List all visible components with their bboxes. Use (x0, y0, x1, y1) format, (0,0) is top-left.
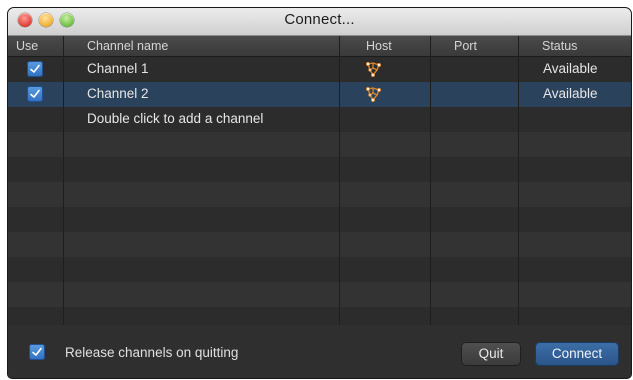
column-divider (339, 36, 340, 325)
empty-row (8, 132, 631, 157)
empty-row (8, 232, 631, 257)
empty-row (8, 257, 631, 282)
empty-row (8, 307, 631, 324)
network-host-icon (364, 84, 384, 107)
network-host-icon (364, 59, 384, 82)
connect-button[interactable]: Connect (535, 342, 619, 366)
footer-bar: Release channels on quitting Quit Connec… (8, 325, 631, 378)
column-header-port[interactable]: Port (454, 39, 477, 53)
checkmark-icon (32, 347, 42, 356)
column-divider (430, 36, 431, 325)
status-value: Available (543, 61, 598, 76)
table-header: Use Channel name Host Port Status (8, 36, 631, 57)
window-title: Connect... (284, 11, 355, 28)
checkmark-icon (30, 64, 40, 73)
quit-button[interactable]: Quit (461, 342, 521, 366)
empty-row (8, 182, 631, 207)
column-divider (518, 36, 519, 325)
connect-window: Connect... Use Channel name Host Port St… (8, 8, 631, 378)
column-divider (63, 36, 64, 325)
column-header-use[interactable]: Use (16, 39, 38, 53)
column-header-host[interactable]: Host (366, 39, 392, 53)
status-value: Available (543, 86, 598, 101)
table-row[interactable]: Channel 2 Available (8, 82, 631, 107)
add-channel-hint[interactable]: Double click to add a channel (87, 111, 263, 126)
channel-name: Channel 2 (87, 86, 149, 101)
use-checkbox[interactable] (27, 86, 43, 102)
use-checkbox[interactable] (27, 61, 43, 77)
release-channels-checkbox[interactable] (29, 344, 45, 360)
column-header-status[interactable]: Status (542, 39, 577, 53)
empty-row (8, 282, 631, 307)
checkmark-icon (30, 89, 40, 98)
column-header-channel[interactable]: Channel name (87, 39, 168, 53)
release-channels-label: Release channels on quitting (65, 345, 239, 360)
empty-row (8, 157, 631, 182)
channel-name: Channel 1 (87, 61, 149, 76)
add-channel-row[interactable]: Double click to add a channel (8, 107, 631, 132)
channel-table: Channel 1 Available Channel 2 Available … (8, 57, 631, 324)
empty-row (8, 207, 631, 232)
title-bar: Connect... (8, 8, 631, 36)
table-row[interactable]: Channel 1 Available (8, 57, 631, 82)
